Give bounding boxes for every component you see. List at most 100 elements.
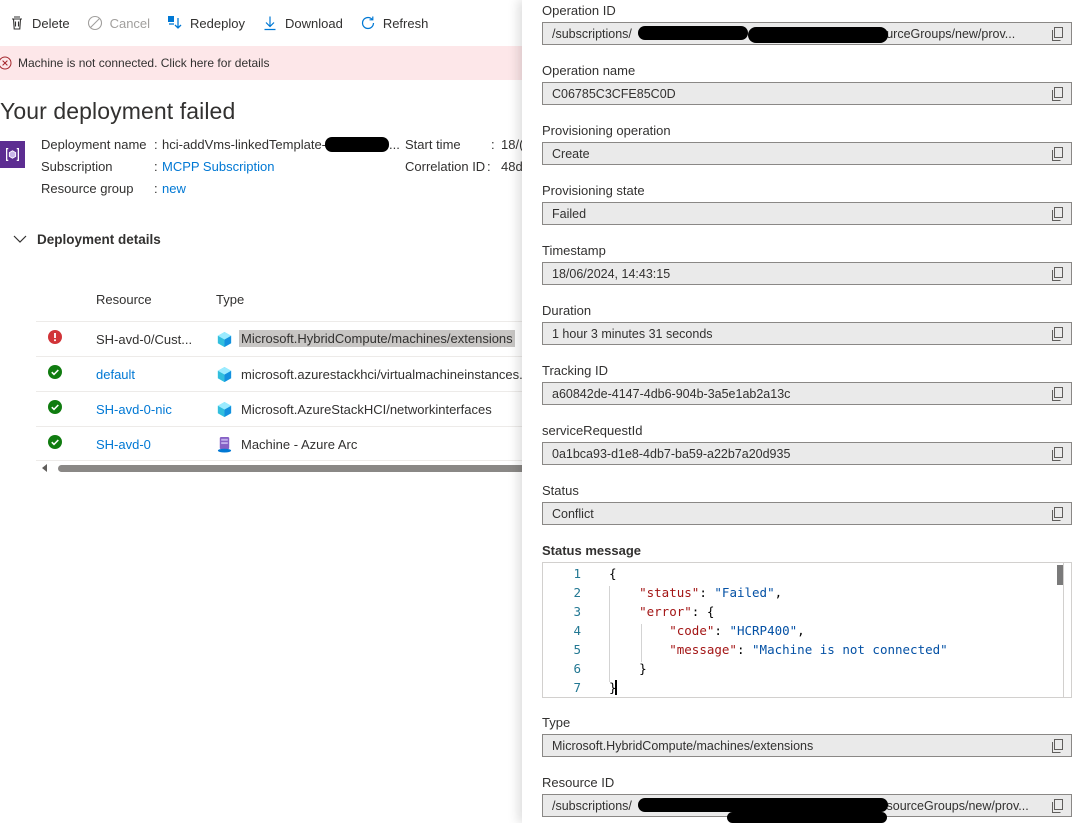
provisioning-operation-value: Create [552, 147, 590, 161]
start-time-value: 18/( [501, 137, 522, 152]
status-field[interactable]: Conflict [542, 502, 1072, 525]
cube-icon [217, 366, 232, 383]
type-field[interactable]: Microsoft.HybridCompute/machines/extensi… [542, 734, 1072, 757]
cube-icon [217, 401, 232, 418]
provisioning-state-value: Failed [552, 207, 587, 221]
separator: : [154, 137, 158, 152]
line-number: 2 [573, 585, 581, 600]
editor-scroll-track[interactable] [1063, 563, 1071, 697]
redeploy-icon [166, 14, 184, 32]
correlation-id-value: 48d [501, 159, 522, 174]
resource-link[interactable]: SH-avd-0-nic [96, 402, 172, 417]
copy-icon[interactable] [1051, 739, 1064, 753]
success-icon [48, 400, 62, 414]
correlation-id-label: Correlation ID [405, 159, 486, 174]
error-banner[interactable]: Machine is not connected. Click here for… [0, 46, 522, 80]
json-punct: { [609, 566, 617, 581]
editor-scroll-thumb[interactable] [1057, 565, 1063, 585]
timestamp-field[interactable]: 18/06/2024, 14:43:15 [542, 262, 1072, 285]
redeploy-label: Redeploy [190, 15, 245, 31]
code-line: "error": { [609, 604, 714, 619]
scrollbar-thumb[interactable] [58, 465, 522, 472]
column-header-resource[interactable]: Resource [96, 292, 152, 307]
timestamp-value: 18/06/2024, 14:43:15 [552, 267, 671, 281]
subscription-row: Subscription : MCPP Subscription Correla… [0, 159, 522, 177]
resource-group-link[interactable]: new [162, 181, 186, 196]
resource-type: Microsoft.HybridCompute/machines/extensi… [239, 330, 515, 347]
copy-icon[interactable] [1051, 799, 1064, 813]
operation-name-value: C06785C3CFE85C0D [552, 87, 676, 101]
page-title: Your deployment failed [0, 98, 236, 124]
delete-label: Delete [32, 15, 70, 31]
success-icon [48, 365, 62, 379]
table-row[interactable]: default microsoft.azurestackhci/virtualm… [36, 356, 522, 391]
provisioning-operation-field[interactable]: Create [542, 142, 1072, 165]
operation-details-panel: Operation ID /subscriptions/resourceGrou… [522, 0, 1085, 823]
download-icon [261, 14, 279, 32]
provisioning-state-field[interactable]: Failed [542, 202, 1072, 225]
copy-icon[interactable] [1051, 87, 1064, 101]
cube-icon [217, 331, 232, 348]
delete-button[interactable]: Delete [8, 8, 70, 38]
line-number-gutter: 1 2 3 4 5 6 7 [543, 563, 607, 697]
json-key: "status" [639, 585, 700, 600]
duration-field[interactable]: 1 hour 3 minutes 31 seconds [542, 322, 1072, 345]
type-label: Type [542, 715, 571, 730]
operation-name-field[interactable]: C06785C3CFE85C0D [542, 82, 1072, 105]
separator: : [487, 159, 491, 174]
banner-text: Machine is not connected. Click here for… [18, 56, 270, 70]
cancel-button[interactable]: Cancel [86, 8, 150, 38]
command-bar: Delete Cancel Redeploy Download Refresh [0, 0, 522, 46]
separator: : [491, 137, 495, 152]
code-line: "message": "Machine is not connected" [609, 642, 947, 657]
horizontal-scrollbar[interactable] [36, 462, 522, 474]
table-bottom-divider [36, 460, 522, 461]
service-request-id-field[interactable]: 0a1bca93-d1e8-4db7-ba59-a22b7a20d935 [542, 442, 1072, 465]
trash-icon [8, 14, 26, 32]
download-label: Download [284, 15, 343, 31]
copy-icon[interactable] [1051, 507, 1064, 521]
deployment-details-toggle[interactable]: Deployment details [12, 231, 161, 247]
resource-link[interactable]: default [96, 367, 135, 382]
copy-icon[interactable] [1051, 327, 1064, 341]
table-row[interactable]: SH-avd-0/Cust... Microsoft.HybridCompute… [36, 321, 522, 356]
download-button[interactable]: Download [261, 8, 343, 38]
separator: : [154, 159, 158, 174]
scroll-left-arrow-icon[interactable] [42, 464, 47, 472]
tracking-id-label: Tracking ID [542, 363, 608, 378]
status-message-editor[interactable]: 1 2 3 4 5 6 7 { "status": "Failed", "error": {… [542, 562, 1072, 698]
copy-icon[interactable] [1051, 147, 1064, 161]
resource-name: SH-avd-0/Cust... [96, 332, 193, 347]
table-row[interactable]: SH-avd-0 Machine - Azure Arc [36, 426, 522, 461]
json-punct: } [639, 661, 647, 676]
start-time-label: Start time [405, 137, 461, 152]
table-row[interactable]: SH-avd-0-nic Microsoft.AzureStackHCI/net… [36, 391, 522, 426]
deployment-name-row: Deployment name : hci-addVms-linkedTempl… [0, 137, 522, 155]
copy-icon[interactable] [1051, 447, 1064, 461]
json-punct: : [736, 642, 753, 657]
provisioning-state-label: Provisioning state [542, 183, 645, 198]
resource-id-start: /subscriptions/ [552, 799, 632, 813]
copy-icon[interactable] [1051, 27, 1064, 41]
redeploy-button[interactable]: Redeploy [166, 8, 245, 38]
cancel-label: Cancel [109, 15, 151, 31]
operation-id-label: Operation ID [542, 3, 616, 18]
resource-type: microsoft.azurestackhci/virtualmachinein… [241, 367, 522, 382]
success-icon [48, 435, 62, 449]
resource-link[interactable]: SH-avd-0 [96, 437, 151, 452]
json-key: "code" [669, 623, 715, 638]
provisioning-operation-label: Provisioning operation [542, 123, 671, 138]
copy-icon[interactable] [1051, 207, 1064, 221]
indent-guide [641, 624, 642, 662]
subscription-label: Subscription [41, 159, 113, 174]
copy-icon[interactable] [1051, 267, 1064, 281]
status-message-label: Status message [542, 543, 641, 558]
copy-icon[interactable] [1051, 387, 1064, 401]
resource-type: Machine - Azure Arc [241, 437, 358, 452]
refresh-button[interactable]: Refresh [359, 8, 428, 38]
column-header-type[interactable]: Type [216, 292, 244, 307]
code-line: } [609, 661, 647, 676]
subscription-link[interactable]: MCPP Subscription [162, 159, 274, 174]
tracking-id-field[interactable]: a60842de-4147-4db6-904b-3a5e1ab2a13c [542, 382, 1072, 405]
operation-id-field[interactable]: /subscriptions/resourceGroups/new/prov..… [542, 22, 1072, 45]
